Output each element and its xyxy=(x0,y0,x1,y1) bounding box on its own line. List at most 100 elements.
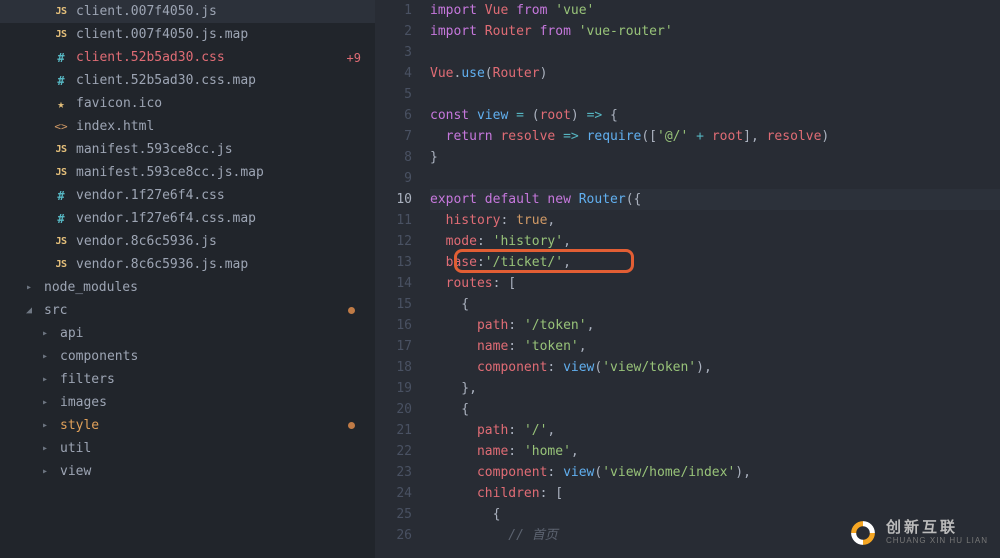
folder-row[interactable]: ◢ src xyxy=(0,299,375,322)
folder-name: filters xyxy=(60,372,115,387)
star-icon: ★ xyxy=(52,97,70,111)
code-line[interactable]: const view = (root) => { xyxy=(430,105,1000,126)
file-name: client.007f4050.js xyxy=(76,4,217,19)
line-number: 15 xyxy=(375,294,412,315)
code-line[interactable]: }, xyxy=(430,378,1000,399)
file-row[interactable]: JSmanifest.593ce8cc.js.map xyxy=(0,161,375,184)
hash-icon: # xyxy=(52,74,70,88)
code-editor[interactable]: 1234567891011121314151617181920212223242… xyxy=(375,0,1000,558)
line-number: 20 xyxy=(375,399,412,420)
folder-name: style xyxy=(60,418,99,433)
line-number: 26 xyxy=(375,525,412,546)
line-number: 14 xyxy=(375,273,412,294)
chevron-right-icon: ▸ xyxy=(42,420,56,431)
code-line[interactable] xyxy=(430,42,1000,63)
js-icon: JS xyxy=(52,236,70,247)
line-number: 3 xyxy=(375,42,412,63)
folder-name: src xyxy=(44,303,67,318)
line-number-gutter: 1234567891011121314151617181920212223242… xyxy=(375,0,430,558)
js-icon: JS xyxy=(52,6,70,17)
file-row[interactable]: JS vendor.8c6c5936.js xyxy=(0,230,375,253)
line-number: 19 xyxy=(375,378,412,399)
file-name: manifest.593ce8cc.js xyxy=(76,142,233,157)
code-line[interactable]: import Router from 'vue-router' xyxy=(430,21,1000,42)
file-row[interactable]: # vendor.1f27e6f4.css xyxy=(0,184,375,207)
code-line[interactable]: component: view('view/token'), xyxy=(430,357,1000,378)
code-line[interactable]: { xyxy=(430,294,1000,315)
code-line[interactable]: name: 'home', xyxy=(430,441,1000,462)
code-line[interactable]: children: [ xyxy=(430,483,1000,504)
line-number: 16 xyxy=(375,315,412,336)
line-number: 8 xyxy=(375,147,412,168)
file-row[interactable]: JS client.007f4050.js xyxy=(0,0,375,23)
code-line[interactable]: return resolve => require(['@/' + root],… xyxy=(430,126,1000,147)
line-number: 17 xyxy=(375,336,412,357)
file-row[interactable]: #client.52b5ad30.css.map xyxy=(0,69,375,92)
file-explorer-sidebar[interactable]: JSclient.007f4050.jsJSclient.007f4050.js… xyxy=(0,0,375,558)
line-number: 13 xyxy=(375,252,412,273)
folder-row[interactable]: ▸filters xyxy=(0,368,375,391)
file-name: vendor.1f27e6f4.css xyxy=(76,188,225,203)
code-content[interactable]: import Vue from 'vue'import Router from … xyxy=(430,0,1000,558)
file-row[interactable]: ★ favicon.ico xyxy=(0,92,375,115)
file-name: client.007f4050.js.map xyxy=(76,27,248,42)
folder-row[interactable]: ▸ style xyxy=(0,414,375,437)
folder-name: view xyxy=(60,464,91,479)
folder-row[interactable]: ▸api xyxy=(0,322,375,345)
file-row[interactable]: JS manifest.593ce8cc.js xyxy=(0,138,375,161)
hash-icon: # xyxy=(52,212,70,226)
code-line[interactable] xyxy=(430,84,1000,105)
folder-name: util xyxy=(60,441,91,456)
line-number: 2 xyxy=(375,21,412,42)
file-name: index.html xyxy=(76,119,154,134)
code-line[interactable]: // 首页 xyxy=(430,525,1000,546)
code-line[interactable]: { xyxy=(430,399,1000,420)
file-name: favicon.ico xyxy=(76,96,162,111)
git-modified-dot xyxy=(348,307,355,314)
folder-name: node_modules xyxy=(44,280,138,295)
folder-row[interactable]: ▸view xyxy=(0,460,375,483)
code-line[interactable]: path: '/token', xyxy=(430,315,1000,336)
file-row[interactable]: JSclient.007f4050.js.map xyxy=(0,23,375,46)
code-line[interactable]: base:'/ticket/', xyxy=(430,252,1000,273)
file-row[interactable]: <>index.html xyxy=(0,115,375,138)
hash-icon: # xyxy=(52,51,70,65)
file-row[interactable]: #client.52b5ad30.css+9 xyxy=(0,46,375,69)
file-name: vendor.8c6c5936.js xyxy=(76,234,217,249)
folder-row[interactable]: ▸components xyxy=(0,345,375,368)
code-line[interactable]: component: view('view/home/index'), xyxy=(430,462,1000,483)
line-number: 5 xyxy=(375,84,412,105)
line-number: 21 xyxy=(375,420,412,441)
file-row[interactable]: JSvendor.8c6c5936.js.map xyxy=(0,253,375,276)
js-icon: JS xyxy=(52,144,70,155)
code-line[interactable]: Vue.use(Router) xyxy=(430,63,1000,84)
code-line[interactable]: name: 'token', xyxy=(430,336,1000,357)
chevron-right-icon: ▸ xyxy=(42,328,56,339)
chevron-right-icon: ▸ xyxy=(26,282,40,293)
code-line[interactable]: export default new Router({ xyxy=(430,189,1000,210)
file-row[interactable]: #vendor.1f27e6f4.css.map xyxy=(0,207,375,230)
folder-name: images xyxy=(60,395,107,410)
folder-row[interactable]: ▸ node_modules xyxy=(0,276,375,299)
line-number: 7 xyxy=(375,126,412,147)
folder-name: components xyxy=(60,349,138,364)
git-modified-dot xyxy=(348,422,355,429)
folder-row[interactable]: ▸util xyxy=(0,437,375,460)
code-line[interactable]: history: true, xyxy=(430,210,1000,231)
folder-row[interactable]: ▸images xyxy=(0,391,375,414)
code-line[interactable]: path: '/', xyxy=(430,420,1000,441)
line-number: 23 xyxy=(375,462,412,483)
chevron-down-icon: ◢ xyxy=(26,305,40,316)
line-number: 9 xyxy=(375,168,412,189)
code-line[interactable]: mode: 'history', xyxy=(430,231,1000,252)
line-number: 12 xyxy=(375,231,412,252)
line-number: 4 xyxy=(375,63,412,84)
code-line[interactable] xyxy=(430,168,1000,189)
code-line[interactable]: { xyxy=(430,504,1000,525)
file-name: vendor.8c6c5936.js.map xyxy=(76,257,248,272)
code-line[interactable]: import Vue from 'vue' xyxy=(430,0,1000,21)
code-line[interactable]: routes: [ xyxy=(430,273,1000,294)
line-number: 6 xyxy=(375,105,412,126)
code-line[interactable]: } xyxy=(430,147,1000,168)
hash-icon: # xyxy=(52,189,70,203)
